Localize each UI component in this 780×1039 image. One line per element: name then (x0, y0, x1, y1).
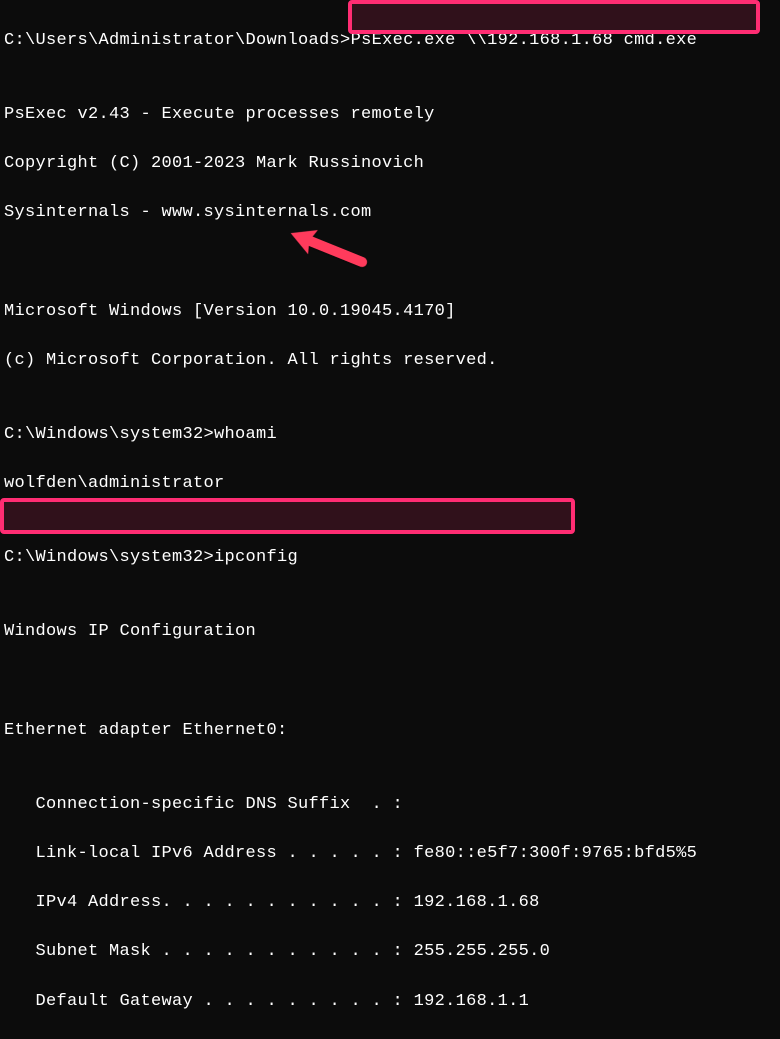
ipconfig-header: Windows IP Configuration (4, 620, 780, 645)
whoami-output: wolfden\administrator (4, 472, 780, 497)
windows-copyright: (c) Microsoft Corporation. All rights re… (4, 349, 780, 374)
default-gateway-line: Default Gateway . . . . . . . . . : 192.… (4, 990, 780, 1015)
psexec-url: Sysinternals - www.sysinternals.com (4, 201, 780, 226)
dns-suffix-line: Connection-specific DNS Suffix . : (4, 793, 780, 818)
psexec-command: PsExec.exe \\192.168.1.68 cmd.exe (351, 31, 698, 50)
windows-version: Microsoft Windows [Version 10.0.19045.41… (4, 300, 780, 325)
psexec-copyright: Copyright (C) 2001-2023 Mark Russinovich (4, 152, 780, 177)
terminal-output[interactable]: C:\Users\Administrator\Downloads>PsExec.… (4, 4, 780, 1039)
subnet-mask-line: Subnet Mask . . . . . . . . . . . : 255.… (4, 940, 780, 965)
prompt-path: C:\Users\Administrator\Downloads> (4, 31, 351, 50)
ipconfig-command: ipconfig (214, 548, 298, 567)
ethernet-adapter-header: Ethernet adapter Ethernet0: (4, 719, 780, 744)
prompt-path: C:\Windows\system32> (4, 548, 214, 567)
ipv6-address-line: Link-local IPv6 Address . . . . . : fe80… (4, 842, 780, 867)
prompt-path: C:\Windows\system32> (4, 425, 214, 444)
psexec-banner: PsExec v2.43 - Execute processes remotel… (4, 103, 780, 128)
ipv4-address-line: IPv4 Address. . . . . . . . . . . : 192.… (4, 891, 780, 916)
whoami-command: whoami (214, 425, 277, 444)
